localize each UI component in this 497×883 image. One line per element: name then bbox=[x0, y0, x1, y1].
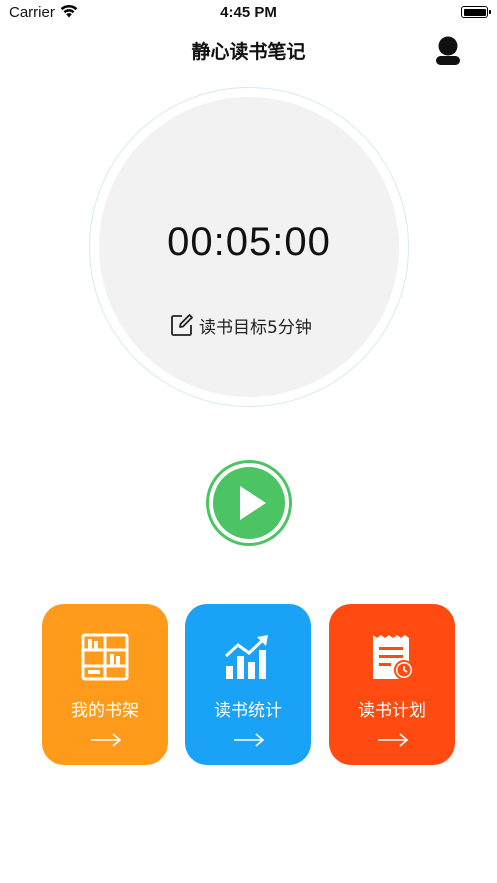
page-title: 静心读书笔记 bbox=[191, 41, 306, 63]
arrow-right-icon bbox=[378, 733, 409, 747]
card-label: 读书统计 bbox=[214, 701, 282, 721]
reading-goal-button[interactable]: 读书目标5分钟 bbox=[170, 312, 312, 338]
play-icon bbox=[240, 486, 266, 520]
chart-icon bbox=[224, 635, 268, 679]
arrow-right-icon bbox=[234, 733, 265, 747]
battery-icon bbox=[461, 6, 491, 18]
card-label: 我的书架 bbox=[71, 701, 139, 721]
status-bar: Carrier 4:45 PM bbox=[0, 0, 497, 26]
person-icon bbox=[436, 36, 460, 65]
status-time: 4:45 PM bbox=[220, 4, 277, 21]
arrow-right-icon bbox=[91, 733, 122, 747]
start-reading-button[interactable] bbox=[206, 460, 292, 546]
bookshelf-icon bbox=[81, 633, 129, 681]
edit-icon bbox=[171, 314, 193, 336]
timer-display: 00:05:00 bbox=[167, 220, 331, 264]
profile-button[interactable] bbox=[433, 35, 463, 67]
my-bookshelf-card[interactable]: 我的书架 bbox=[42, 604, 168, 765]
reading-plan-card[interactable]: 读书计划 bbox=[329, 604, 455, 765]
plan-icon bbox=[373, 635, 414, 680]
card-label: 读书计划 bbox=[358, 701, 426, 721]
reading-goal-label: 读书目标5分钟 bbox=[199, 317, 312, 338]
reading-stats-card[interactable]: 读书统计 bbox=[185, 604, 311, 765]
